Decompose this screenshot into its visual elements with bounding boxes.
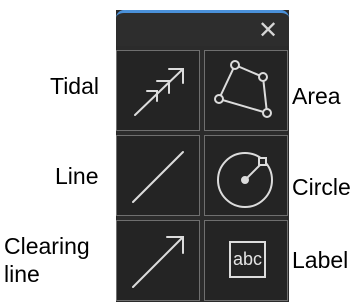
line-callout: Line: [55, 163, 99, 189]
area-callout: Area: [292, 83, 341, 109]
circle-icon: [217, 152, 273, 208]
panel-title-bar: ✕: [116, 10, 289, 46]
area-tool-button[interactable]: [204, 50, 288, 131]
line-tool-button[interactable]: [116, 135, 200, 216]
polygon-icon: [214, 60, 272, 118]
text-label-icon: abc: [229, 241, 266, 278]
circle-callout: Circle: [292, 174, 351, 200]
close-icon: ✕: [257, 16, 279, 44]
clearing-line-tool-button[interactable]: [116, 220, 200, 301]
tidal-tool-button[interactable]: [116, 50, 200, 131]
line-icon: [132, 151, 184, 203]
tidal-callout: Tidal: [50, 73, 99, 99]
clearing-line-callout-2: line: [4, 261, 40, 287]
tidal-arrow-icon: [134, 68, 184, 116]
label-tool-button[interactable]: abc: [204, 220, 288, 301]
tool-grid: abc: [116, 50, 289, 302]
label-callout: Label: [292, 247, 349, 273]
circle-tool-button[interactable]: [204, 135, 288, 216]
close-button[interactable]: ✕: [253, 15, 283, 45]
arrow-line-icon: [132, 236, 184, 288]
clearing-line-callout-1: Clearing: [4, 233, 90, 259]
label-icon-text: abc: [232, 249, 263, 269]
drawing-tools-panel: ✕ abc: [116, 10, 289, 302]
